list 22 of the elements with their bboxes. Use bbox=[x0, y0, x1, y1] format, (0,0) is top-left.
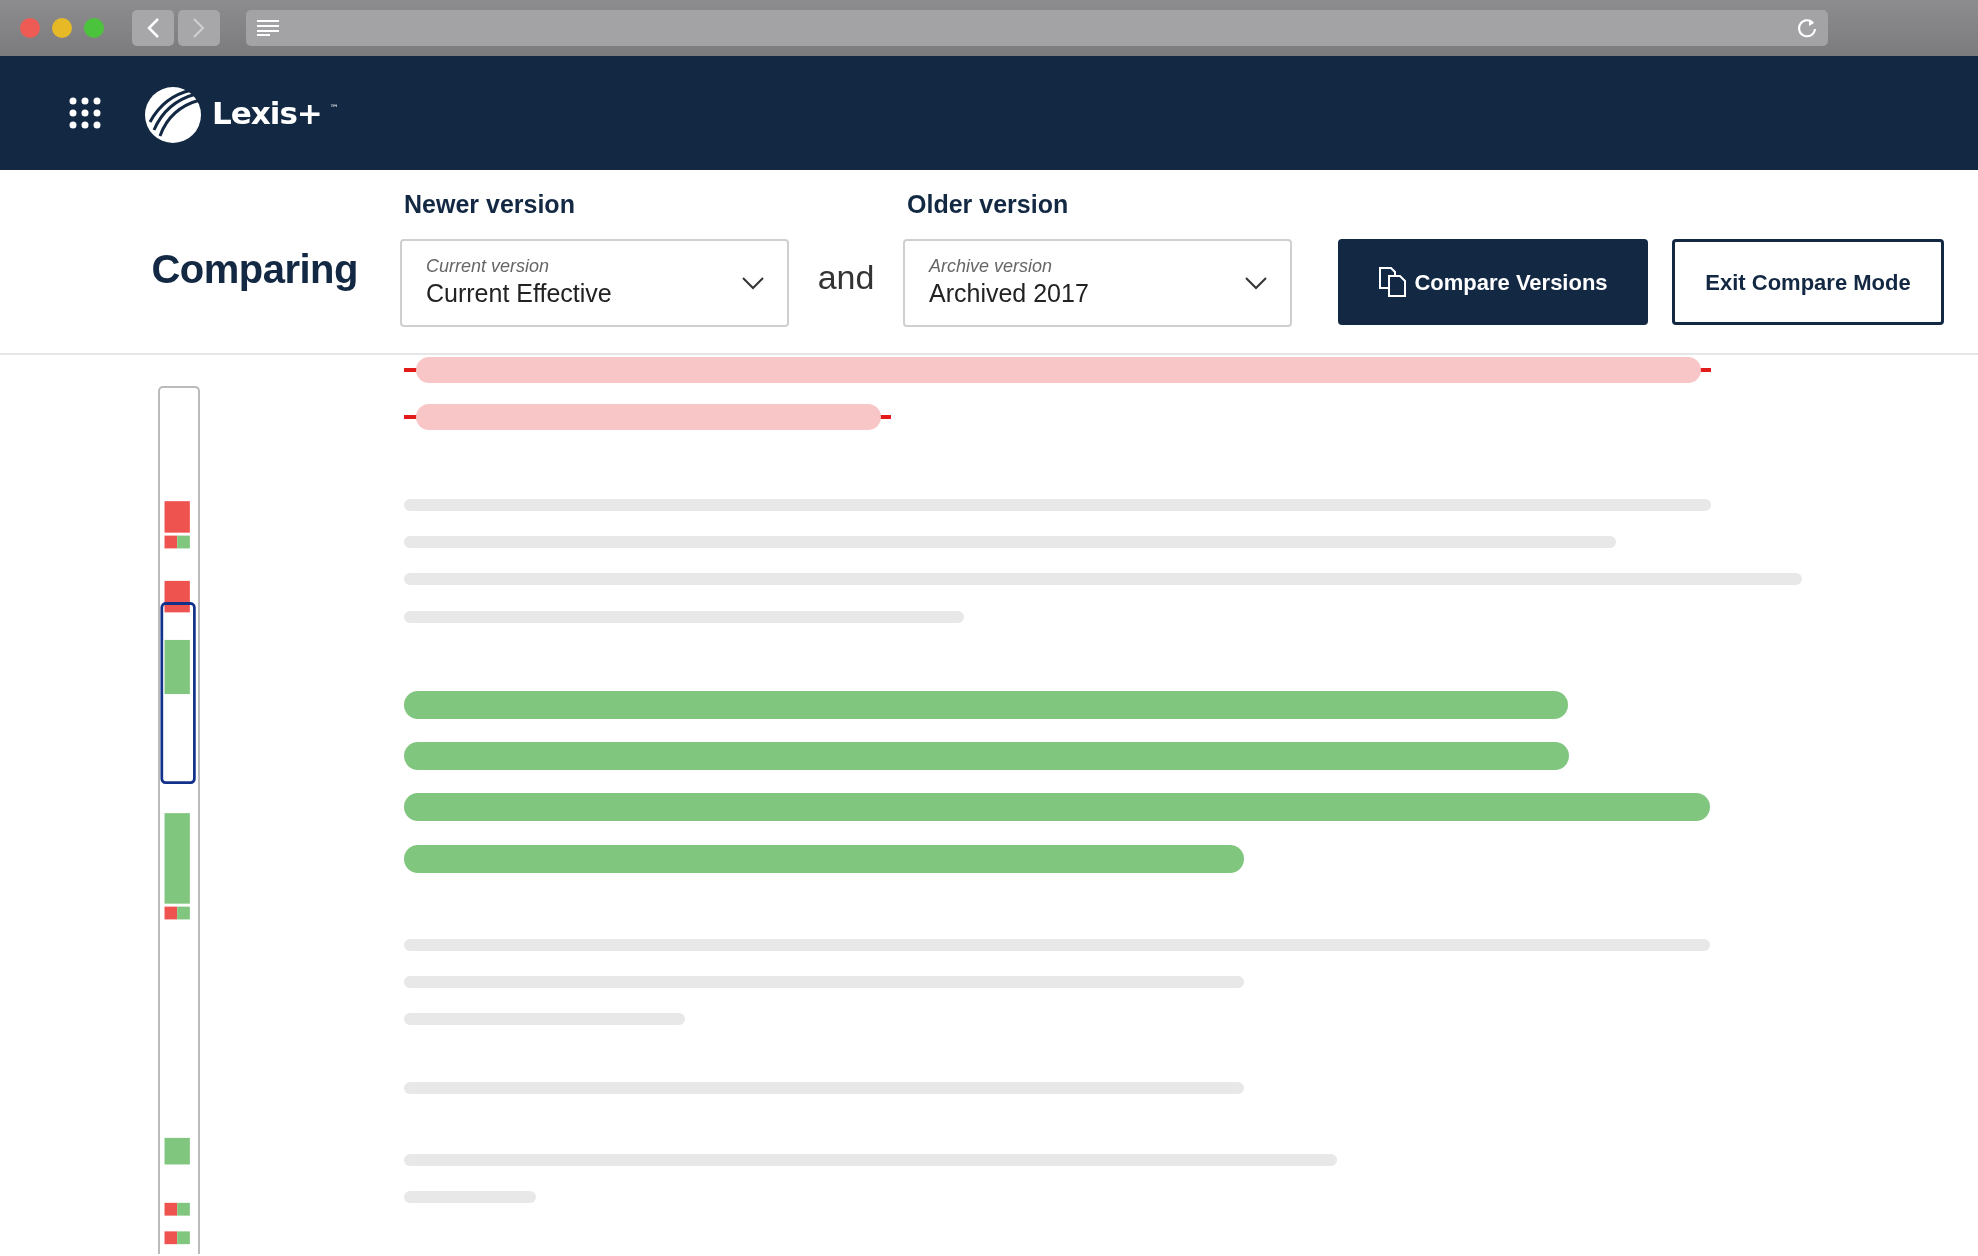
reader-icon bbox=[256, 19, 280, 37]
chevron-down-icon bbox=[1244, 276, 1268, 290]
exit-compare-button[interactable]: Exit Compare Mode bbox=[1672, 239, 1944, 325]
older-version-select[interactable]: Archive version Archived 2017 bbox=[903, 239, 1292, 327]
compare-button[interactable]: Compare Versions bbox=[1338, 239, 1648, 325]
older-version-heading: Older version bbox=[907, 188, 1070, 220]
app-grid-icon[interactable] bbox=[68, 96, 102, 130]
chevron-down-icon bbox=[741, 276, 765, 290]
maximize-window-icon[interactable] bbox=[84, 18, 104, 38]
newer-version-heading: Newer version bbox=[404, 188, 576, 220]
back-button[interactable] bbox=[132, 10, 174, 46]
reload-icon[interactable] bbox=[1796, 17, 1818, 39]
close-window-icon[interactable] bbox=[20, 18, 40, 38]
forward-button[interactable] bbox=[178, 10, 220, 46]
documents-icon bbox=[1378, 266, 1409, 298]
brand-name: Lexis+ bbox=[212, 93, 322, 133]
joiner-text: and bbox=[816, 257, 876, 298]
change-minimap-drawing[interactable] bbox=[158, 386, 200, 1254]
minimize-window-icon[interactable] bbox=[52, 18, 72, 38]
trademark-mark: ™ bbox=[329, 102, 339, 116]
newer-version-select[interactable]: Current version Current Effective bbox=[400, 239, 789, 327]
comparing-title: Comparing bbox=[150, 246, 359, 293]
